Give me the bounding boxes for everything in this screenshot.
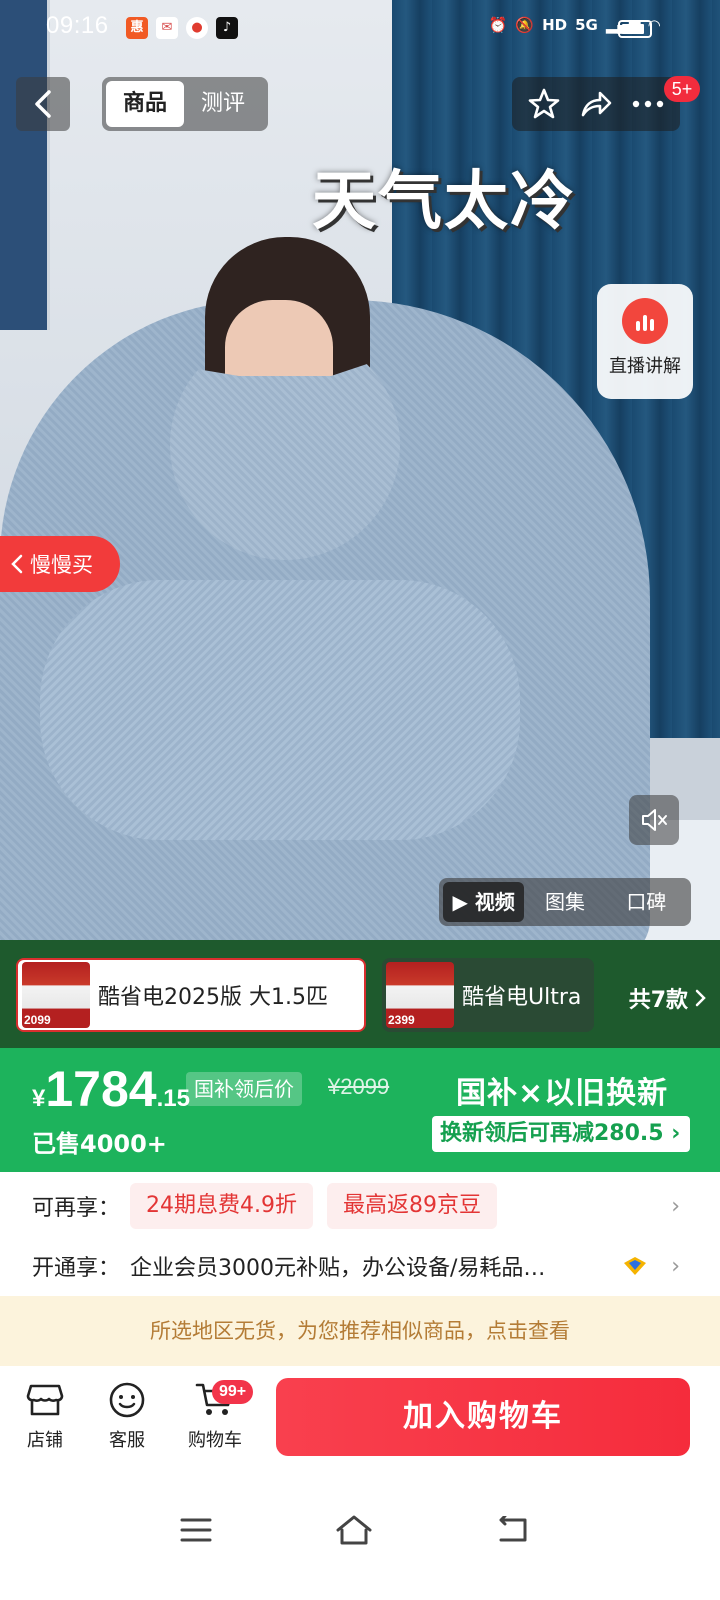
price-integer: 1784 (45, 1061, 157, 1117)
variant-thumbnail: 2099 (22, 962, 90, 1028)
tab-video-label: 视频 (474, 890, 515, 914)
home-button[interactable] (334, 1510, 374, 1550)
speaker-muted-icon (642, 809, 667, 831)
out-of-stock-notice[interactable]: 所选地区无货，为您推荐相似商品，点击查看 (0, 1296, 720, 1366)
membership-text: 企业会员3000元补贴，办公设备/易耗品… (130, 1256, 546, 1281)
back-button[interactable] (16, 77, 70, 131)
cart-badge: 99+ (212, 1380, 254, 1404)
enterprise-member-icon (624, 1257, 646, 1275)
trade-in-button[interactable]: 换新领后可再减280.5 › (432, 1116, 690, 1152)
membership-row[interactable]: 开通享： 企业会员3000元补贴，办公设备/易耗品… › (0, 1236, 720, 1296)
jingdou-pill[interactable]: 最高返89京豆 (327, 1183, 497, 1229)
customer-service-label: 客服 (109, 1430, 145, 1451)
benefits-label: 可再享： (32, 1196, 121, 1221)
mute-button[interactable] (629, 795, 679, 845)
battery-icon (618, 20, 652, 38)
recent-apps-button[interactable] (176, 1510, 216, 1550)
chevron-left-icon (35, 90, 51, 118)
chevron-left-icon (11, 554, 23, 574)
status-bar: 09:16 惠 ✉ ● ♪ ⏰ 🔕 HD 5G ▂▄▆ ◠ (0, 0, 720, 56)
thumb-price: 2099 (24, 1013, 51, 1027)
variant-count-label: 共7款 (628, 988, 688, 1013)
back-system-button[interactable] (492, 1510, 532, 1550)
variant-title: 酷省电2025版 大1.5匹 (98, 985, 328, 1010)
trade-in-title: 国补×以旧换新 (456, 1076, 669, 1111)
benefits-row[interactable]: 可再享： 24期息费4.9折 最高返89京豆 › (0, 1176, 720, 1236)
trade-in-subtitle: 换新领后可再减280.5 (440, 1121, 664, 1146)
thumb-price: 2399 (388, 1013, 415, 1027)
hero-caption: 天气太冷 (312, 165, 576, 239)
page-tabs: 商品 测评 (102, 77, 268, 131)
more-button[interactable] (628, 84, 668, 124)
tiktok-icon: ♪ (216, 17, 238, 39)
tab-review[interactable]: 测评 (184, 81, 262, 127)
top-actions (512, 77, 680, 131)
tab-video[interactable]: ▶ 视频 (443, 882, 525, 922)
price-decimal: .15 (156, 1085, 190, 1112)
smile-icon (109, 1382, 145, 1418)
favorite-button[interactable] (524, 84, 564, 124)
media-tabs: ▶ 视频 图集 口碑 (439, 878, 691, 926)
original-price: ¥2099 (328, 1074, 390, 1099)
chevron-right-icon: › (671, 1253, 680, 1279)
app-notification-icon: ● (186, 17, 208, 39)
share-icon (581, 91, 612, 117)
status-time: 09:16 (46, 12, 109, 39)
more-dots-icon (632, 100, 664, 108)
alarm-icon: ⏰ (488, 16, 508, 34)
share-button[interactable] (576, 84, 616, 124)
add-to-cart-button[interactable]: 加入购物车 (276, 1378, 690, 1456)
slow-buy-label: 慢慢买 (30, 553, 93, 577)
chevron-right-icon: › (671, 1193, 680, 1219)
hd-icon: HD (542, 16, 568, 34)
message-badge: 5+ (664, 76, 700, 102)
star-icon (528, 88, 560, 119)
variant-card[interactable]: 2399 酷省电Ultra (382, 958, 594, 1032)
variant-title: 酷省电Ultra (462, 985, 582, 1010)
customer-service-button[interactable]: 客服 (92, 1380, 162, 1452)
live-explain-button[interactable]: 直播讲解 (597, 284, 693, 399)
current-price: ¥ 1784 .15 (32, 1060, 190, 1118)
price-bar: ¥ 1784 .15 国补领后价 ¥2099 已售4000+ 国补×以旧换新 换… (0, 1048, 720, 1172)
menu-icon (180, 1518, 212, 1542)
sold-count: 已售4000+ (32, 1130, 167, 1158)
store-button[interactable]: 店铺 (10, 1380, 80, 1452)
subsidy-tag: 国补领后价 (186, 1072, 302, 1106)
network-label: 5G (575, 16, 598, 34)
variant-strip: 2099 酷省电2025版 大1.5匹 2399 酷省电Ultra (0, 940, 720, 1050)
app-notification-icon: 惠 (126, 17, 148, 39)
live-explain-label: 直播讲解 (609, 356, 681, 377)
slow-buy-button[interactable]: 慢慢买 (0, 536, 120, 592)
tab-gallery[interactable]: 图集 (524, 882, 605, 922)
home-icon (336, 1515, 372, 1545)
mail-notification-icon: ✉ (156, 17, 178, 39)
variant-thumbnail: 2399 (386, 962, 454, 1028)
cart-label: 购物车 (188, 1430, 242, 1451)
mute-notification-icon: 🔕 (515, 16, 535, 34)
installment-pill[interactable]: 24期息费4.9折 (130, 1183, 313, 1229)
return-icon (499, 1516, 527, 1542)
membership-label: 开通享： (32, 1256, 121, 1281)
system-navigation-bar (0, 1470, 720, 1600)
store-icon (26, 1384, 64, 1416)
blanket-fold (40, 580, 520, 840)
price-currency: ¥ (32, 1085, 46, 1112)
store-label: 店铺 (27, 1430, 63, 1451)
all-variants-button[interactable]: 共7款 (629, 982, 706, 1014)
tab-product[interactable]: 商品 (106, 81, 184, 127)
live-icon (622, 298, 668, 344)
product-media[interactable] (0, 0, 720, 958)
variant-card[interactable]: 2099 酷省电2025版 大1.5匹 (16, 958, 366, 1032)
chevron-right-icon (695, 989, 706, 1007)
tab-reviews[interactable]: 口碑 (606, 882, 687, 922)
